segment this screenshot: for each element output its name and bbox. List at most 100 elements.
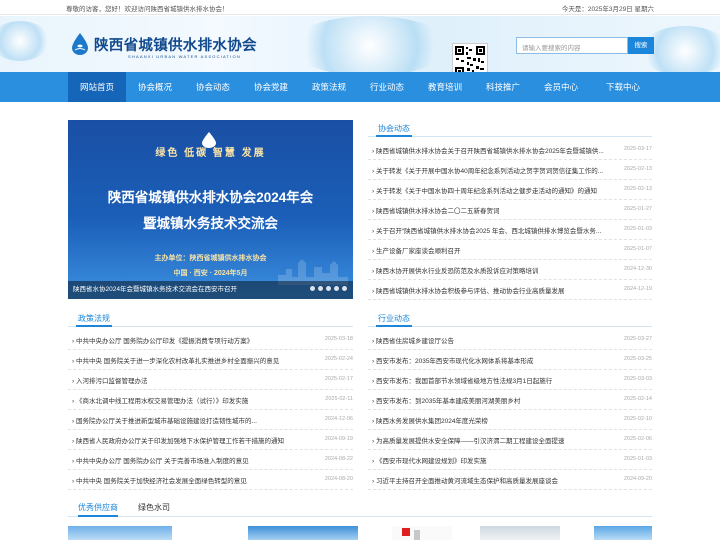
list-item[interactable]: › 陕西水协开展供水行业反恐防范及水质投诉应对策略培训 2024-12-30 <box>368 260 652 280</box>
list-item[interactable]: › 关于转发《关于中国水协四十周年纪念系列活动之健步走活动的通知》的通知 2025… <box>368 180 652 200</box>
carousel-dot[interactable] <box>310 286 315 291</box>
supplier-image[interactable] <box>594 526 652 540</box>
news-title[interactable]: › 习近平主持召开全面推动黄河流域生态保护和高质量发展座谈会 <box>372 475 618 485</box>
tab-policy[interactable]: 政策法规 <box>76 312 112 327</box>
news-date: 2025-02-24 <box>324 356 353 362</box>
list-item[interactable]: › 中共中央办公厅 国务院办公厅印发《提振消费专项行动方案》 2025-03-18 <box>68 330 353 350</box>
list-item[interactable]: › 西安市发布：2035年西安市现代化水网体系将基本形成 2025-03-25 <box>368 350 652 370</box>
carousel-dot[interactable] <box>334 286 339 291</box>
nav-item-policy[interactable]: 政策法规 <box>300 72 358 102</box>
banner-carousel[interactable]: 绿色 低碳 智慧 发展 陕西省城镇供水排水协会2024年会 暨城镇水务技术交流会… <box>68 120 353 299</box>
news-title[interactable]: › 生产设备厂家座谈会顺利召开 <box>372 245 618 255</box>
news-title[interactable]: › 中共中央 国务院关于进一步深化农村改革扎实推进乡村全面振兴的意见 <box>72 355 318 365</box>
news-title[interactable]: › 《西安市现代水网建设规划》印发实施 <box>372 455 618 465</box>
news-title[interactable]: › 陕西省人民政府办公厅关于印发加强地下水保护管理工作若干措施的通知 <box>72 435 318 445</box>
supplier-image[interactable] <box>68 526 172 540</box>
news-title[interactable]: › 中共中央办公厅 国务院办公厅 关于完善市场准入制度的意见 <box>72 455 318 465</box>
news-date: 2025-01-03 <box>623 456 652 462</box>
list-item[interactable]: › 陕西省城镇供水排水协会关于召开陕西省城镇供水排水协会2025年会暨城镇供..… <box>368 140 652 160</box>
list-item[interactable]: › 为高质量发展提供水安全保障——引汉济渭二期工程建设全面提速 2025-02-0… <box>368 430 652 450</box>
news-title[interactable]: › 陕西省城镇供水排水协会关于召开陕西省城镇供水排水协会2025年会暨城镇供..… <box>372 145 618 155</box>
list-item[interactable]: › 中共中央 国务院关于加快经济社会发展全面绿色转型的意见 2024-08-20 <box>68 470 353 490</box>
list-item[interactable]: › 陕西省住房城乡建设厅公告 2025-03-27 <box>368 330 652 350</box>
news-date: 2024-09-19 <box>324 436 353 442</box>
news-date: 2024-12-19 <box>623 286 652 292</box>
news-date: 2025-02-13 <box>623 186 652 192</box>
carousel-dot[interactable] <box>318 286 323 291</box>
news-date: 2025-01-03 <box>623 226 652 232</box>
industry-header: 行业动态 <box>368 311 652 327</box>
news-date: 2025-03-27 <box>623 336 652 342</box>
nav-item-training[interactable]: 教育培训 <box>416 72 474 102</box>
policy-list: › 中共中央办公厅 国务院办公厅印发《提振消费专项行动方案》 2025-03-18… <box>68 330 353 490</box>
news-date: 2025-02-13 <box>623 166 652 172</box>
list-item[interactable]: › 《商水北调中线工程用水权交易管理办法（试行）》印发实施 2025-02-11 <box>68 390 353 410</box>
nav-item-industry[interactable]: 行业动态 <box>358 72 416 102</box>
water-splash-decoration <box>0 21 50 61</box>
list-item[interactable]: › 《西安市现代水网建设规划》印发实施 2025-01-03 <box>368 450 652 470</box>
list-item[interactable]: › 关于召开“陕西省城镇供水排水协会2025 年会、西北城镇供排水博览会暨水务.… <box>368 220 652 240</box>
list-item[interactable]: › 关于转发《关于开展中国水协40周年纪念系列活动之贺字贺词贺信征集工作的...… <box>368 160 652 180</box>
news-date: 2025-03-17 <box>623 146 652 152</box>
news-title[interactable]: › 西安市发布：到2035年基本建成美丽河湖美丽乡村 <box>372 395 618 405</box>
news-title[interactable]: › 关于召开“陕西省城镇供水排水协会2025 年会、西北城镇供排水博览会暨水务.… <box>372 225 618 235</box>
list-item[interactable]: › 国务院办公厅关于推进新型城市基础设施建设打造韧性城市的... 2024-12-… <box>68 410 353 430</box>
carousel-dot[interactable] <box>342 286 347 291</box>
association-news-list: › 陕西省城镇供水排水协会关于召开陕西省城镇供水排水协会2025年会暨城镇供..… <box>368 140 652 300</box>
news-title[interactable]: › 中共中央办公厅 国务院办公厅印发《提振消费专项行动方案》 <box>72 335 318 345</box>
industry-list: › 陕西省住房城乡建设厅公告 2025-03-27 › 西安市发布：2035年西安… <box>368 330 652 490</box>
nav-item-technology[interactable]: 科技推广 <box>474 72 532 102</box>
list-item[interactable]: › 陕西省人民政府办公厅关于印发加强地下水保护管理工作若干措施的通知 2024-0… <box>68 430 353 450</box>
news-title[interactable]: › 陕西水务发展供水集团2024年度光荣榜 <box>372 415 618 425</box>
news-date: 2025-01-07 <box>623 246 652 252</box>
news-title[interactable]: › 国务院办公厅关于推进新型城市基础设施建设打造韧性城市的... <box>72 415 318 425</box>
list-item[interactable]: › 生产设备厂家座谈会顺利召开 2025-01-07 <box>368 240 652 260</box>
nav-item-party[interactable]: 协会党建 <box>242 72 300 102</box>
list-item[interactable]: › 入河排污口监督管理办法 2025-02-17 <box>68 370 353 390</box>
news-title[interactable]: › 入河排污口监督管理办法 <box>72 375 318 385</box>
news-title[interactable]: › 西安市发布：2035年西安市现代化水网体系将基本形成 <box>372 355 618 365</box>
tab-suppliers[interactable]: 优秀供应商 <box>78 502 118 517</box>
news-title[interactable]: › 《商水北调中线工程用水权交易管理办法（试行）》印发实施 <box>72 395 318 405</box>
nav-item-downloads[interactable]: 下载中心 <box>594 72 652 102</box>
news-title[interactable]: › 陕西省城镇供水排水协会二〇二五新春贺词 <box>372 205 618 215</box>
tab-industry[interactable]: 行业动态 <box>376 312 412 327</box>
news-date: 2025-03-03 <box>623 376 652 382</box>
list-item[interactable]: › 习近平主持召开全面推动黄河流域生态保护和高质量发展座谈会 2024-09-20 <box>368 470 652 490</box>
banner-subtitle: 暨城镇水务技术交流会 <box>143 216 278 231</box>
list-item[interactable]: › 中共中央办公厅 国务院办公厅 关于完善市场准入制度的意见 2024-08-22 <box>68 450 353 470</box>
list-item[interactable]: › 西安市发布：到2035年基本建成美丽河湖美丽乡村 2025-02-14 <box>368 390 652 410</box>
site-name-cn[interactable]: 陕西省城镇供水排水协会 <box>94 34 257 55</box>
association-news-header: 协会动态 <box>368 121 652 137</box>
news-title[interactable]: › 中共中央 国务院关于加快经济社会发展全面绿色转型的意见 <box>72 475 318 485</box>
search-input[interactable]: 请输入要搜索的内容 <box>516 37 628 54</box>
date-text: 今天是：2025年3月29日 星期六 <box>561 6 654 13</box>
list-item[interactable]: › 陕西省城镇供水排水协会二〇二五新春贺词 2025-01-27 <box>368 200 652 220</box>
news-title[interactable]: › 关于转发《关于开展中国水协40周年纪念系列活动之贺字贺词贺信征集工作的... <box>372 165 618 175</box>
list-item[interactable]: › 陕西水务发展供水集团2024年度光荣榜 2025-02-10 <box>368 410 652 430</box>
nav-item-members[interactable]: 会员中心 <box>532 72 590 102</box>
news-date: 2024-08-22 <box>324 456 353 462</box>
news-title[interactable]: › 为高质量发展提供水安全保障——引汉济渭二期工程建设全面提速 <box>372 435 618 445</box>
list-item[interactable]: › 西安市发布：我国首部节水领域省级地方性法规3月1日起施行 2025-03-03 <box>368 370 652 390</box>
carousel-dot[interactable] <box>326 286 331 291</box>
tab-association-news[interactable]: 协会动态 <box>376 122 412 137</box>
list-item[interactable]: › 中共中央 国务院关于进一步深化农村改革扎实推进乡村全面振兴的意见 2025-0… <box>68 350 353 370</box>
news-title[interactable]: › 西安市发布：我国首部节水领域省级地方性法规3月1日起施行 <box>372 375 618 385</box>
supplier-image[interactable] <box>480 526 560 540</box>
news-title[interactable]: › 陕西水协开展供水行业反恐防范及水质投诉应对策略培训 <box>372 265 618 275</box>
news-title[interactable]: › 陕西省城镇供水排水协会积极参与评估、推动协会行业高质量发展 <box>372 285 618 295</box>
water-drop-logo-icon[interactable] <box>72 33 88 55</box>
news-title[interactable]: › 关于转发《关于中国水协四十周年纪念系列活动之健步走活动的通知》的通知 <box>372 185 618 195</box>
news-title[interactable]: › 陕西省住房城乡建设厅公告 <box>372 335 618 345</box>
supplier-image[interactable] <box>248 526 358 540</box>
list-item[interactable]: › 陕西省城镇供水排水协会积极参与评估、推动协会行业高质量发展 2024-12-1… <box>368 280 652 300</box>
supplier-image[interactable] <box>392 526 452 540</box>
nav-item-about[interactable]: 协会概况 <box>126 72 184 102</box>
nav-item-home[interactable]: 网站首页 <box>68 72 126 102</box>
nav-item-association-news[interactable]: 协会动态 <box>184 72 242 102</box>
news-date: 2025-02-14 <box>623 396 652 402</box>
search-button[interactable]: 搜索 <box>628 37 654 54</box>
tab-green-water[interactable]: 绿色水司 <box>138 502 170 517</box>
news-date: 2024-08-20 <box>324 476 353 482</box>
